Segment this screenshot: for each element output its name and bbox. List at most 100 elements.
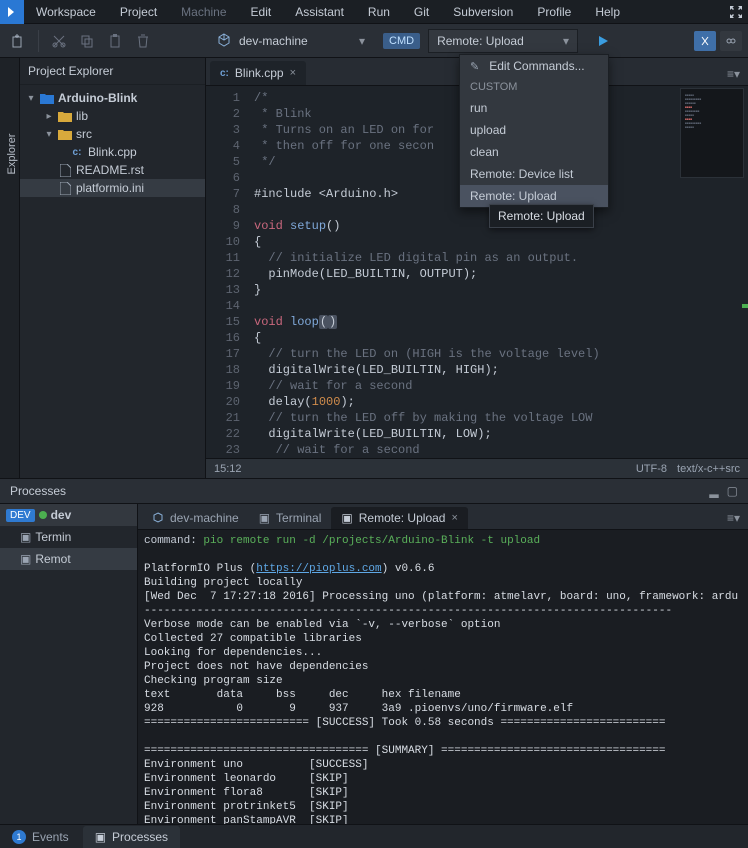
terminal-icon: ▣ — [20, 530, 31, 544]
machine-selector[interactable]: dev-machine ▾ — [211, 31, 371, 51]
delete-icon[interactable] — [131, 29, 155, 53]
file-type: text/x-c++src — [677, 463, 740, 475]
command-item[interactable]: Remote: Device list — [460, 163, 608, 185]
tree-file-ini[interactable]: platformio.ini — [20, 179, 205, 197]
cursor-position: 15:12 — [214, 463, 242, 475]
process-tree-remote[interactable]: ▣ Remot — [0, 548, 137, 570]
processes-title: Processes — [10, 484, 66, 498]
process-tab-machine[interactable]: dev-machine — [142, 507, 249, 529]
menu-profile[interactable]: Profile — [525, 0, 583, 24]
dev-machine-row[interactable]: DEV dev — [0, 504, 137, 526]
command-item[interactable]: run — [460, 97, 608, 119]
cube-icon — [217, 33, 233, 49]
app-logo[interactable] — [0, 0, 24, 24]
file-icon — [58, 163, 72, 177]
menu-help[interactable]: Help — [583, 0, 632, 24]
process-tree-terminal[interactable]: ▣ Termin — [0, 526, 137, 548]
minimize-icon[interactable]: ▂ — [709, 484, 718, 498]
process-tab-terminal[interactable]: ▣ Terminal — [249, 507, 332, 529]
processes-icon: ▣ — [95, 830, 106, 844]
menu-project[interactable]: Project — [108, 0, 169, 24]
command-selected: Remote: Upload — [437, 34, 563, 48]
file-encoding: UTF-8 — [636, 463, 667, 475]
terminal-icon: ▣ — [259, 511, 270, 525]
close-icon[interactable]: × — [451, 512, 457, 524]
editor-menu-icon[interactable]: ≡▾ — [727, 67, 740, 85]
menu-machine[interactable]: Machine — [169, 0, 238, 24]
toolbar: dev-machine ▾ CMD Remote: Upload ▾ — [0, 24, 748, 58]
terminal-output[interactable]: command: pio remote run -d /projects/Ard… — [138, 530, 748, 824]
copy-icon[interactable] — [75, 29, 99, 53]
processes-tree: DEV dev ▣ Termin ▣ Remot — [0, 504, 138, 824]
pencil-icon — [470, 59, 483, 73]
events-tab[interactable]: 1 Events — [0, 826, 81, 848]
menu-items: WorkspaceProjectMachineEditAssistantRunG… — [24, 0, 632, 24]
tooltip: Remote: Upload — [489, 204, 594, 228]
terminal-icon: ▣ — [341, 511, 352, 525]
project-explorer: Project Explorer ▾ Arduino-Blink ▸ lib ▾ — [20, 58, 206, 478]
menubar: WorkspaceProjectMachineEditAssistantRunG… — [0, 0, 748, 24]
dev-badge: DEV — [6, 509, 35, 522]
chevron-down-icon: ▾ — [359, 34, 365, 48]
process-tab-remote-upload[interactable]: ▣ Remote: Upload × — [331, 507, 468, 529]
editor-tab[interactable]: c: Blink.cpp × — [210, 61, 306, 85]
panel-toggle-button-2[interactable] — [720, 31, 742, 51]
bottom-bar: 1 Events ▣ Processes — [0, 824, 748, 848]
command-item[interactable]: upload — [460, 119, 608, 141]
cmd-badge[interactable]: CMD — [383, 33, 420, 49]
editor-tab-label: Blink.cpp — [235, 66, 284, 80]
new-file-icon[interactable] — [6, 29, 30, 53]
cut-icon[interactable] — [47, 29, 71, 53]
tree-folder-lib[interactable]: ▸ lib — [20, 107, 205, 125]
menu-git[interactable]: Git — [402, 0, 441, 24]
processes-main: dev-machine ▣ Terminal ▣ Remote: Upload … — [138, 504, 748, 824]
line-gutter: 1234567891011121314151617181920212223 — [206, 86, 248, 458]
cpp-file-icon: c: — [70, 145, 84, 159]
processes-tab[interactable]: ▣ Processes — [83, 826, 180, 848]
status-dot — [39, 511, 47, 519]
command-dropdown: Edit Commands... CUSTOM runuploadcleanRe… — [459, 54, 609, 208]
edit-commands-item[interactable]: Edit Commands... — [460, 55, 608, 77]
cpp-file-icon: c: — [220, 68, 229, 79]
tree-folder-src[interactable]: ▾ src — [20, 125, 205, 143]
processes-panel: DEV dev ▣ Termin ▣ Remot dev-machine ▣ T… — [0, 504, 748, 824]
explorer-side-label: Explorer — [6, 124, 18, 184]
terminal-icon: ▣ — [20, 552, 31, 566]
project-name: Arduino-Blink — [58, 91, 137, 105]
file-icon — [58, 181, 72, 195]
command-selector[interactable]: Remote: Upload ▾ — [428, 29, 578, 53]
events-count: 1 — [12, 830, 26, 844]
tree-file-cpp[interactable]: c: Blink.cpp — [20, 143, 205, 161]
project-explorer-title: Project Explorer — [20, 58, 205, 85]
file-tree: ▾ Arduino-Blink ▸ lib ▾ src — [20, 85, 205, 201]
folder-icon — [58, 109, 72, 123]
processes-menu-icon[interactable]: ≡▾ — [727, 511, 740, 529]
cube-icon — [152, 512, 164, 524]
processes-header[interactable]: Processes ▂ ▢ — [0, 478, 748, 504]
tree-project[interactable]: ▾ Arduino-Blink — [20, 89, 205, 107]
custom-section-header: CUSTOM — [460, 77, 608, 97]
menu-subversion[interactable]: Subversion — [441, 0, 525, 24]
menu-run[interactable]: Run — [356, 0, 402, 24]
dev-name: dev — [51, 508, 72, 522]
paste-icon[interactable] — [103, 29, 127, 53]
minimap[interactable]: ■■■■■■■■■■■■■■■■■■■■ ■■■■■■■■■■■■■■■■■ ■… — [680, 88, 744, 178]
editor-statusbar: 15:12 UTF-8 text/x-c++src — [206, 458, 748, 478]
ruler-mark — [742, 304, 748, 308]
menu-edit[interactable]: Edit — [239, 0, 284, 24]
panel-toggle-button[interactable] — [694, 31, 716, 51]
explorer-side-tab[interactable]: Explorer — [0, 58, 20, 478]
folder-icon — [58, 127, 72, 141]
processes-tabs: dev-machine ▣ Terminal ▣ Remote: Upload … — [138, 504, 748, 530]
tree-file-readme[interactable]: README.rst — [20, 161, 205, 179]
fullscreen-icon[interactable] — [724, 0, 748, 24]
close-icon[interactable]: × — [290, 67, 296, 79]
menu-assistant[interactable]: Assistant — [283, 0, 356, 24]
menu-workspace[interactable]: Workspace — [24, 0, 108, 24]
maximize-icon[interactable]: ▢ — [727, 484, 738, 498]
command-item[interactable]: clean — [460, 141, 608, 163]
chevron-down-icon: ▾ — [563, 34, 569, 48]
run-button[interactable] — [590, 30, 616, 52]
project-icon — [40, 91, 54, 105]
machine-name: dev-machine — [239, 34, 359, 48]
